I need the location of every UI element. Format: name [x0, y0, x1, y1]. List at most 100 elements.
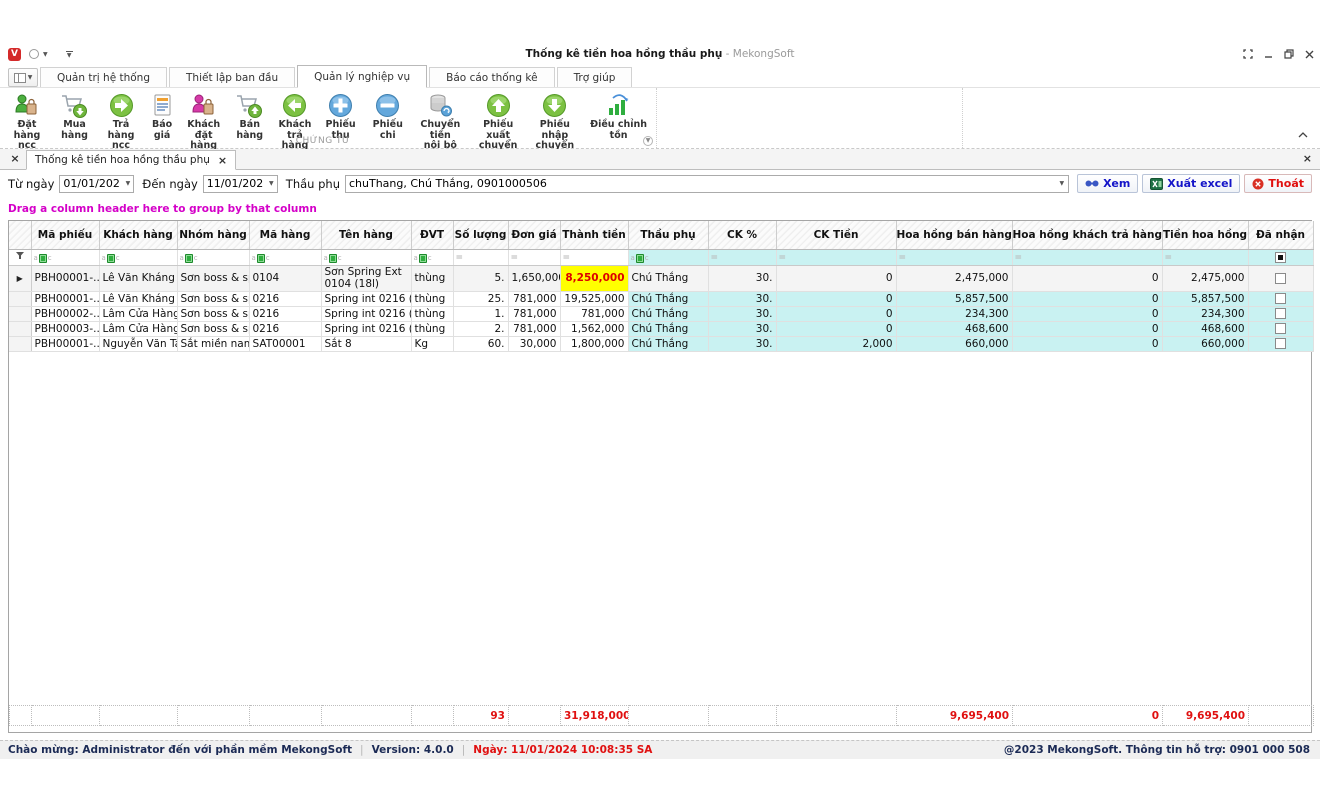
table-cell[interactable]: thùng: [411, 321, 453, 336]
from-date-input[interactable]: [60, 177, 122, 191]
table-cell[interactable]: 30.: [708, 265, 776, 291]
table-cell[interactable]: PBH00001-...: [31, 291, 99, 306]
column-header-4[interactable]: Tên hàng: [321, 221, 411, 249]
grid-empty-area[interactable]: [9, 352, 1311, 706]
close-window-button[interactable]: [1305, 50, 1314, 59]
filter-cell-11[interactable]: =: [776, 249, 896, 265]
from-date-picker[interactable]: ▼: [59, 175, 134, 193]
row-indicator[interactable]: ▶: [9, 265, 31, 291]
table-cell[interactable]: 0: [776, 265, 896, 291]
table-cell[interactable]: 30.: [708, 336, 776, 351]
table-cell[interactable]: 0216: [249, 291, 321, 306]
tab-thong-ke-tien-hoa-hong[interactable]: Thống kê tiền hoa hồng thầu phụ ×: [26, 150, 236, 170]
filter-cell-4[interactable]: ac: [321, 249, 411, 265]
table-cell[interactable]: Nguyễn Văn Tam: [99, 336, 177, 351]
group-by-panel[interactable]: Drag a column header here to group by th…: [0, 197, 1320, 220]
column-header-10[interactable]: CK %: [708, 221, 776, 249]
ribbon-tab-1[interactable]: Thiết lập ban đầu: [169, 67, 295, 88]
column-header-1[interactable]: Khách hàng: [99, 221, 177, 249]
filter-checkbox[interactable]: [1275, 252, 1286, 263]
table-cell[interactable]: Chú Thắng: [628, 336, 708, 351]
table-cell[interactable]: 1,650,000: [508, 265, 560, 291]
column-header-0[interactable]: Mã phiếu: [31, 221, 99, 249]
table-cell[interactable]: Kg: [411, 336, 453, 351]
table-cell[interactable]: PBH00003-...: [31, 321, 99, 336]
table-cell[interactable]: Spring int 0216 (18l): [321, 306, 411, 321]
to-date-input[interactable]: [204, 177, 266, 191]
table-cell[interactable]: Chú Thắng: [628, 306, 708, 321]
table-cell[interactable]: 60.: [453, 336, 508, 351]
filter-cell-7[interactable]: =: [508, 249, 560, 265]
dieu-chinh-ton-button[interactable]: Điều chỉnh tồn: [583, 91, 654, 142]
table-cell[interactable]: 0: [1012, 291, 1162, 306]
row-indicator[interactable]: [9, 291, 31, 306]
table-cell[interactable]: [1248, 291, 1313, 306]
table-cell[interactable]: 781,000: [508, 291, 560, 306]
table-cell[interactable]: 0: [776, 291, 896, 306]
filter-cell-8[interactable]: =: [560, 249, 628, 265]
subcontractor-input[interactable]: [346, 177, 1055, 191]
phieu-chi-button[interactable]: Phiếu chi: [365, 91, 411, 142]
filter-cell-1[interactable]: ac: [99, 249, 177, 265]
row-indicator[interactable]: [9, 336, 31, 351]
restore-button[interactable]: [1284, 49, 1294, 59]
table-cell[interactable]: Chú Thắng: [628, 265, 708, 291]
ribbon-tab-4[interactable]: Trợ giúp: [557, 67, 633, 88]
table-cell[interactable]: 0104: [249, 265, 321, 291]
table-cell[interactable]: 0: [1012, 306, 1162, 321]
table-cell[interactable]: [1248, 336, 1313, 351]
table-cell[interactable]: Chú Thắng: [628, 321, 708, 336]
table-cell[interactable]: 19,525,000: [560, 291, 628, 306]
table-cell[interactable]: 0216: [249, 321, 321, 336]
column-header-11[interactable]: CK Tiền: [776, 221, 896, 249]
column-header-13[interactable]: Hoa hồng khách trả hàng: [1012, 221, 1162, 249]
filter-cell-10[interactable]: =: [708, 249, 776, 265]
table-cell[interactable]: 30.: [708, 306, 776, 321]
table-cell[interactable]: Sơn Spring Ext 0104 (18l): [321, 265, 411, 291]
table-cell[interactable]: 0: [776, 321, 896, 336]
table-cell[interactable]: Sơn boss & sp...: [177, 265, 249, 291]
table-cell[interactable]: 30,000: [508, 336, 560, 351]
from-date-dropdown-icon[interactable]: ▼: [123, 176, 134, 192]
table-cell[interactable]: thùng: [411, 306, 453, 321]
received-checkbox[interactable]: [1275, 308, 1286, 319]
table-cell[interactable]: Lê Văn Kháng: [99, 291, 177, 306]
fullscreen-button[interactable]: [1243, 49, 1253, 59]
ribbon-tab-2[interactable]: Quản lý nghiệp vụ: [297, 65, 427, 88]
table-cell[interactable]: 8,250,000: [560, 265, 628, 291]
table-cell[interactable]: Sắt miền nam: [177, 336, 249, 351]
ribbon-collapse-button[interactable]: [1298, 123, 1308, 142]
row-indicator[interactable]: [9, 321, 31, 336]
row-indicator[interactable]: [9, 306, 31, 321]
minimize-button[interactable]: [1264, 50, 1273, 59]
close-panel-button[interactable]: ×: [1303, 152, 1312, 165]
table-cell[interactable]: Sắt 8: [321, 336, 411, 351]
table-cell[interactable]: 781,000: [508, 306, 560, 321]
table-cell[interactable]: Sơn boss & sp...: [177, 321, 249, 336]
column-header-3[interactable]: Mã hàng: [249, 221, 321, 249]
table-cell[interactable]: 660,000: [1162, 336, 1248, 351]
table-cell[interactable]: 30.: [708, 291, 776, 306]
table-cell[interactable]: 468,600: [896, 321, 1012, 336]
table-cell[interactable]: Lâm Cửa Hàng: [99, 321, 177, 336]
table-cell[interactable]: 0: [776, 306, 896, 321]
table-cell[interactable]: 2,475,000: [1162, 265, 1248, 291]
table-cell[interactable]: Chú Thắng: [628, 291, 708, 306]
table-cell[interactable]: PBH00001-...: [31, 336, 99, 351]
phieu-thu-button[interactable]: Phiếu thu: [317, 91, 365, 142]
table-cell[interactable]: SAT00001: [249, 336, 321, 351]
table-cell[interactable]: 5,857,500: [896, 291, 1012, 306]
table-cell[interactable]: 1.: [453, 306, 508, 321]
table-cell[interactable]: thùng: [411, 265, 453, 291]
filter-cell-14[interactable]: =: [1162, 249, 1248, 265]
to-date-dropdown-icon[interactable]: ▼: [266, 176, 277, 192]
filter-cell-13[interactable]: =: [1012, 249, 1162, 265]
filter-cell-5[interactable]: ac: [411, 249, 453, 265]
column-header-5[interactable]: ĐVT: [411, 221, 453, 249]
filter-cell-9[interactable]: ac: [628, 249, 708, 265]
table-cell[interactable]: Lâm Cửa Hàng: [99, 306, 177, 321]
column-header-7[interactable]: Đơn giá: [508, 221, 560, 249]
table-cell[interactable]: [1248, 265, 1313, 291]
mua-hang-button[interactable]: Mua hàng: [50, 91, 99, 142]
table-cell[interactable]: 660,000: [896, 336, 1012, 351]
